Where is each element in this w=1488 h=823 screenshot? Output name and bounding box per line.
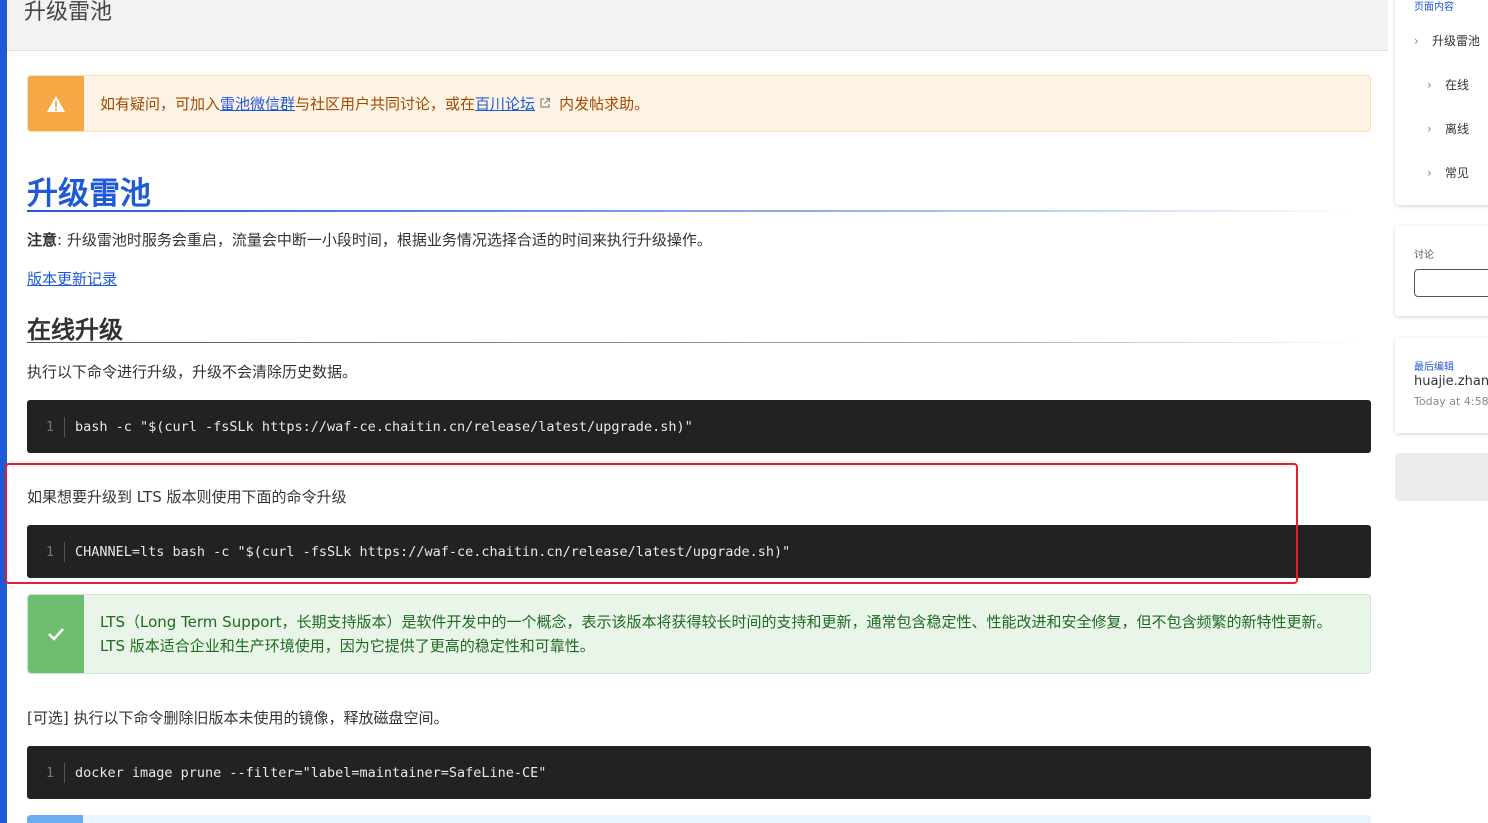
discussion-title: 讨论: [1414, 250, 1434, 261]
toc-item-upgrade[interactable]: › 升级雷池: [1414, 32, 1480, 49]
section-heading-online: 在线升级: [27, 316, 123, 344]
last-edit-card: 最后编辑 huajie.zhan Today at 4:58: [1395, 338, 1488, 433]
external-link-icon: [539, 92, 551, 116]
warning-icon: [28, 76, 84, 131]
toc-card: 页面内容 › 升级雷池 › 在线 › 离线 › 常见: [1395, 0, 1488, 205]
lts-note-text: LTS（Long Term Support，长期支持版本）是软件开发中的一个概念…: [100, 613, 1332, 655]
optional-desc: [可选] 执行以下命令删除旧版本未使用的镜像，释放磁盘空间。: [27, 709, 449, 727]
toc-item-offline[interactable]: › 离线: [1427, 120, 1469, 137]
line-number: 1: [27, 416, 65, 437]
forum-link[interactable]: 百川论坛: [475, 92, 535, 116]
code-block-lts[interactable]: 1 CHANNEL=lts bash -c "$(curl -fsSLk htt…: [27, 525, 1371, 578]
left-accent-bar: [0, 0, 7, 823]
note-paragraph: 注意: 升级雷池时服务会重启，流量会中断一小段时间，根据业务情况选择合适的时间来…: [27, 231, 712, 249]
subheading-divider: [27, 342, 1367, 343]
code-block-prune[interactable]: 1 docker image prune --filter="label=mai…: [27, 746, 1371, 799]
chevron-right-icon: ›: [1427, 166, 1432, 180]
chevron-right-icon: ›: [1427, 78, 1432, 92]
code-command[interactable]: CHANNEL=lts bash -c "$(curl -fsSLk https…: [65, 544, 790, 560]
chevron-right-icon: ›: [1427, 122, 1432, 136]
code-command[interactable]: docker image prune --filter="label=maint…: [65, 765, 546, 781]
discussion-input[interactable]: [1414, 269, 1488, 297]
line-number: 1: [27, 541, 65, 562]
last-edit-title: 最后编辑: [1414, 362, 1454, 373]
code-block-upgrade[interactable]: 1 bash -c "$(curl -fsSLk https://waf-ce.…: [27, 400, 1371, 453]
info-admonition: [27, 815, 1371, 823]
warning-text: 如有疑问，可加入 雷池微信群 与社区用户共同讨论，或在 百川论坛 内发帖求助。: [84, 76, 665, 131]
top-bar: 升级雷池: [7, 0, 1388, 51]
last-edit-user: huajie.zhan: [1414, 374, 1488, 389]
discussion-card: 讨论: [1395, 226, 1488, 316]
check-icon: [28, 595, 84, 673]
heading-divider: [27, 210, 1357, 212]
warning-admonition: 如有疑问，可加入 雷池微信群 与社区用户共同讨论，或在 百川论坛 内发帖求助。: [27, 75, 1371, 132]
online-desc: 执行以下命令进行升级，升级不会清除历史数据。: [27, 363, 358, 381]
success-admonition: LTS（Long Term Support，长期支持版本）是软件开发中的一个概念…: [27, 594, 1371, 674]
code-command[interactable]: bash -c "$(curl -fsSLk https://waf-ce.ch…: [65, 419, 693, 435]
changelog-link[interactable]: 版本更新记录: [27, 268, 117, 289]
line-number: 1: [27, 762, 65, 783]
chevron-right-icon: ›: [1414, 34, 1419, 48]
sidebar-action-button[interactable]: [1395, 453, 1488, 501]
last-edit-time: Today at 4:58: [1414, 395, 1488, 408]
toc-title: 页面内容: [1414, 2, 1454, 13]
wechat-group-link[interactable]: 雷池微信群: [220, 92, 295, 116]
page-title: 升级雷池: [24, 0, 113, 25]
toc-item-faq[interactable]: › 常见: [1427, 164, 1469, 181]
lts-desc: 如果想要升级到 LTS 版本则使用下面的命令升级: [27, 488, 347, 506]
section-heading-upgrade: 升级雷池: [27, 176, 151, 212]
toc-item-online[interactable]: › 在线: [1427, 76, 1469, 93]
